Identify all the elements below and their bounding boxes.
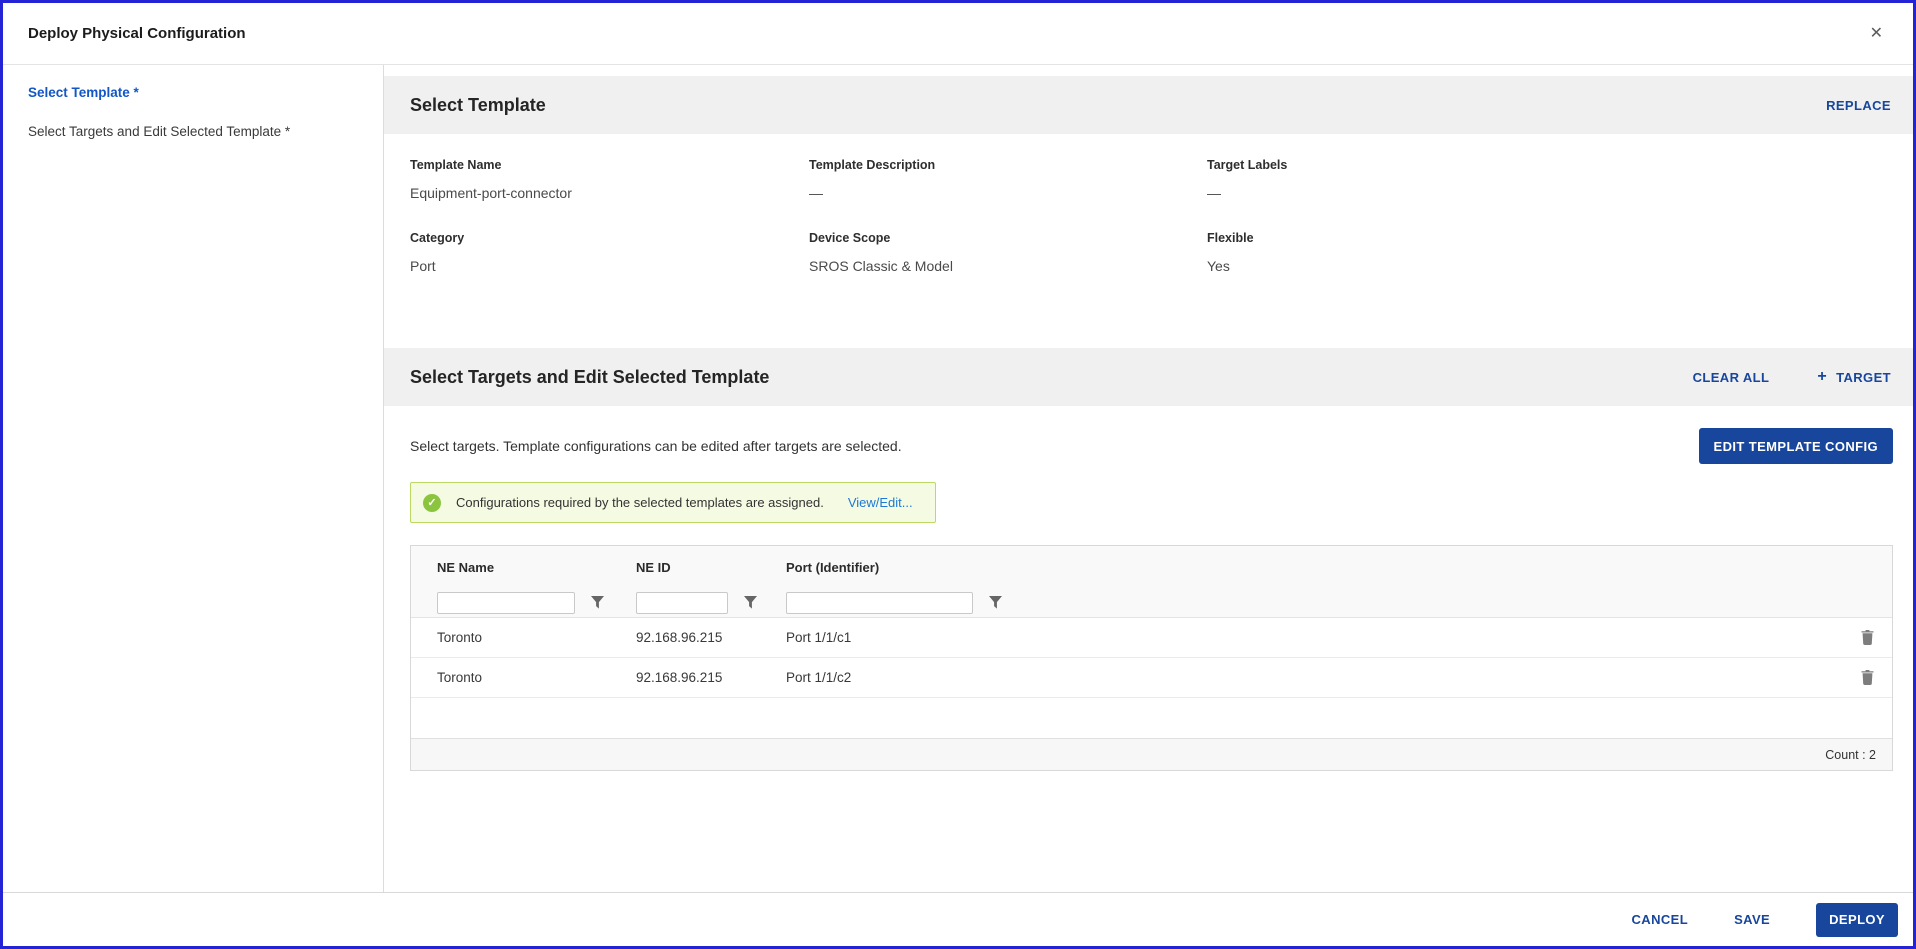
field-value: SROS Classic & Model xyxy=(809,258,1207,274)
column-header-ne-id: NE ID xyxy=(636,560,786,575)
table-footer: Count : 2 xyxy=(411,738,1892,770)
success-check-icon: ✓ xyxy=(423,494,441,512)
clear-all-button[interactable]: CLEAR ALL xyxy=(1693,370,1770,385)
cancel-button[interactable]: CANCEL xyxy=(1632,912,1689,927)
targets-section-body: Select targets. Template configurations … xyxy=(384,406,1913,771)
template-description-field: Template Description — xyxy=(809,158,1207,201)
table-row: Toronto 92.168.96.215 Port 1/1/c1 xyxy=(411,618,1892,658)
target-labels-field: Target Labels — xyxy=(1207,158,1887,201)
cell-ne-name: Toronto xyxy=(411,630,636,645)
plus-icon: + xyxy=(1817,369,1827,385)
field-value: Port xyxy=(410,258,809,274)
close-icon[interactable]: ✕ xyxy=(1870,26,1883,42)
targets-table-filter-row xyxy=(411,588,1892,618)
field-label: Target Labels xyxy=(1207,158,1887,172)
column-header-ne-name: NE Name xyxy=(411,560,636,575)
cell-port-identifier: Port 1/1/c2 xyxy=(786,670,1842,685)
deploy-physical-configuration-dialog: Deploy Physical Configuration ✕ Select T… xyxy=(0,0,1916,949)
cell-ne-name: Toronto xyxy=(411,670,636,685)
deploy-button[interactable]: DEPLOY xyxy=(1816,903,1898,937)
dialog-title: Deploy Physical Configuration xyxy=(28,25,246,42)
port-identifier-filter-input[interactable] xyxy=(786,592,973,614)
table-row: Toronto 92.168.96.215 Port 1/1/c2 xyxy=(411,658,1892,698)
filter-icon[interactable] xyxy=(989,596,1002,609)
column-header-port-identifier: Port (Identifier) xyxy=(786,560,1842,575)
field-value: Yes xyxy=(1207,258,1887,274)
field-value: — xyxy=(809,185,1207,201)
save-button[interactable]: SAVE xyxy=(1734,912,1770,927)
targets-table-header-row: NE Name NE ID Port (Identifier) xyxy=(411,546,1892,588)
sidebar-step-select-template[interactable]: Select Template * xyxy=(28,85,358,100)
dialog-titlebar: Deploy Physical Configuration ✕ xyxy=(3,3,1913,65)
delete-row-icon[interactable] xyxy=(1861,670,1874,685)
targets-header-actions: CLEAR ALL + TARGET xyxy=(1645,369,1891,385)
add-target-button[interactable]: + TARGET xyxy=(1817,369,1891,385)
select-targets-section-header: Select Targets and Edit Selected Templat… xyxy=(384,348,1913,406)
field-label: Device Scope xyxy=(809,231,1207,245)
targets-description-row: Select targets. Template configurations … xyxy=(410,428,1893,464)
sidebar-step-select-targets[interactable]: Select Targets and Edit Selected Templat… xyxy=(28,124,358,139)
filter-icon[interactable] xyxy=(591,596,604,609)
cell-port-identifier: Port 1/1/c1 xyxy=(786,630,1842,645)
template-details: Template Name Equipment-port-connector T… xyxy=(384,134,1913,348)
targets-description: Select targets. Template configurations … xyxy=(410,438,902,454)
view-edit-link[interactable]: View/Edit... xyxy=(848,495,913,510)
field-value: — xyxy=(1207,185,1887,201)
select-targets-title: Select Targets and Edit Selected Templat… xyxy=(410,367,769,388)
targets-table: NE Name NE ID Port (Identifier) xyxy=(410,545,1893,771)
row-count: Count : 2 xyxy=(1825,748,1876,762)
filter-icon[interactable] xyxy=(744,596,757,609)
field-label: Template Name xyxy=(410,158,809,172)
select-template-title: Select Template xyxy=(410,95,546,116)
device-scope-field: Device Scope SROS Classic & Model xyxy=(809,231,1207,274)
edit-template-config-button[interactable]: EDIT TEMPLATE CONFIG xyxy=(1699,428,1893,464)
field-label: Flexible xyxy=(1207,231,1887,245)
field-label: Category xyxy=(410,231,809,245)
cell-ne-id: 92.168.96.215 xyxy=(636,630,786,645)
banner-message: Configurations required by the selected … xyxy=(456,495,824,510)
select-template-section-header: Select Template REPLACE xyxy=(384,76,1913,134)
field-value: Equipment-port-connector xyxy=(410,185,809,201)
ne-id-filter-input[interactable] xyxy=(636,592,728,614)
field-label: Template Description xyxy=(809,158,1207,172)
dialog-footer: CANCEL SAVE DEPLOY xyxy=(3,892,1913,946)
configurations-assigned-banner: ✓ Configurations required by the selecte… xyxy=(410,482,936,523)
add-target-label: TARGET xyxy=(1836,370,1891,385)
dialog-body: Select Template * Select Targets and Edi… xyxy=(3,65,1913,892)
replace-button[interactable]: REPLACE xyxy=(1826,98,1891,113)
flexible-field: Flexible Yes xyxy=(1207,231,1887,274)
ne-name-filter-input[interactable] xyxy=(437,592,575,614)
delete-row-icon[interactable] xyxy=(1861,630,1874,645)
dialog-content: Select Template REPLACE Template Name Eq… xyxy=(384,65,1913,892)
template-name-field: Template Name Equipment-port-connector xyxy=(410,158,809,201)
category-field: Category Port xyxy=(410,231,809,274)
table-empty-area xyxy=(411,698,1892,738)
steps-sidebar: Select Template * Select Targets and Edi… xyxy=(3,65,384,892)
cell-ne-id: 92.168.96.215 xyxy=(636,670,786,685)
